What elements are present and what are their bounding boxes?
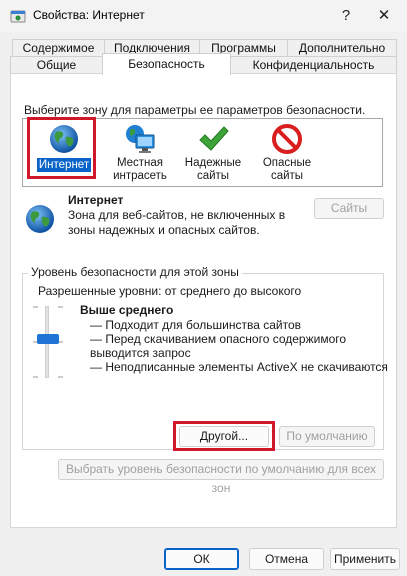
- cancel-button[interactable]: Отмена: [249, 548, 324, 570]
- title-bar: Свойства: Интернет ? ✕: [0, 0, 407, 32]
- allowed-levels-text: Разрешенные уровни: от среднего до высок…: [38, 284, 302, 298]
- tab-security[interactable]: Безопасность: [102, 53, 231, 75]
- zone-local-intranet-text: Местная интрасеть: [113, 157, 167, 182]
- tab-general[interactable]: Общие: [10, 56, 103, 74]
- sites-button[interactable]: Сайты: [314, 198, 384, 219]
- security-level-description: — Подходит для большинства сайтов — Пере…: [90, 318, 390, 374]
- security-level-name: Выше среднего: [80, 303, 174, 317]
- level-bullet: — Перед скачиванием опасного содержимого: [90, 332, 347, 346]
- window-title: Свойства: Интернет: [33, 8, 145, 22]
- checkmark-icon: [199, 126, 229, 151]
- zone-restricted-sites[interactable]: Опасные сайты: [252, 119, 322, 186]
- prohibited-icon: [272, 124, 302, 154]
- reset-all-zones-button[interactable]: Выбрать уровень безопасности по умолчани…: [58, 459, 384, 495]
- zone-restricted-sites-text: Опасные сайты: [262, 157, 312, 182]
- zone-info-title: Интернет: [68, 193, 124, 207]
- level-bullet: — Неподписанные элементы ActiveX не скач…: [90, 360, 388, 374]
- default-level-button[interactable]: По умолчанию: [279, 426, 375, 447]
- zone-local-intranet-label: Местная интрасеть: [105, 157, 175, 183]
- level-bullet: выводится запрос: [90, 346, 191, 360]
- zone-trusted-sites-label: Надежные сайты: [178, 157, 248, 183]
- internet-zone-highlight: [27, 117, 96, 179]
- custom-button-highlight: [173, 421, 275, 451]
- zone-info-description: Зона для веб-сайтов, не включенных в зон…: [68, 208, 286, 237]
- globe-icon: [26, 205, 54, 233]
- zone-local-intranet[interactable]: Местная интрасеть: [105, 119, 175, 186]
- security-slider-thumb[interactable]: [37, 334, 59, 344]
- internet-options-icon: [10, 10, 26, 23]
- level-bullet: — Подходит для большинства сайтов: [90, 318, 302, 332]
- security-level-label: Уровень безопасности для этой зоны: [28, 265, 242, 279]
- ok-button[interactable]: ОК: [164, 548, 239, 570]
- close-button[interactable]: ✕: [370, 3, 398, 29]
- tab-privacy[interactable]: Конфиденциальность: [230, 56, 397, 74]
- network-monitor-icon: [126, 125, 155, 153]
- help-button[interactable]: ?: [333, 3, 359, 29]
- zone-trusted-sites-text: Надежные сайты: [184, 157, 242, 182]
- apply-button[interactable]: Применить: [330, 548, 400, 570]
- zone-trusted-sites[interactable]: Надежные сайты: [178, 119, 248, 186]
- zone-restricted-sites-label: Опасные сайты: [252, 157, 322, 183]
- zone-prompt: Выберите зону для параметры ее параметро…: [24, 103, 366, 117]
